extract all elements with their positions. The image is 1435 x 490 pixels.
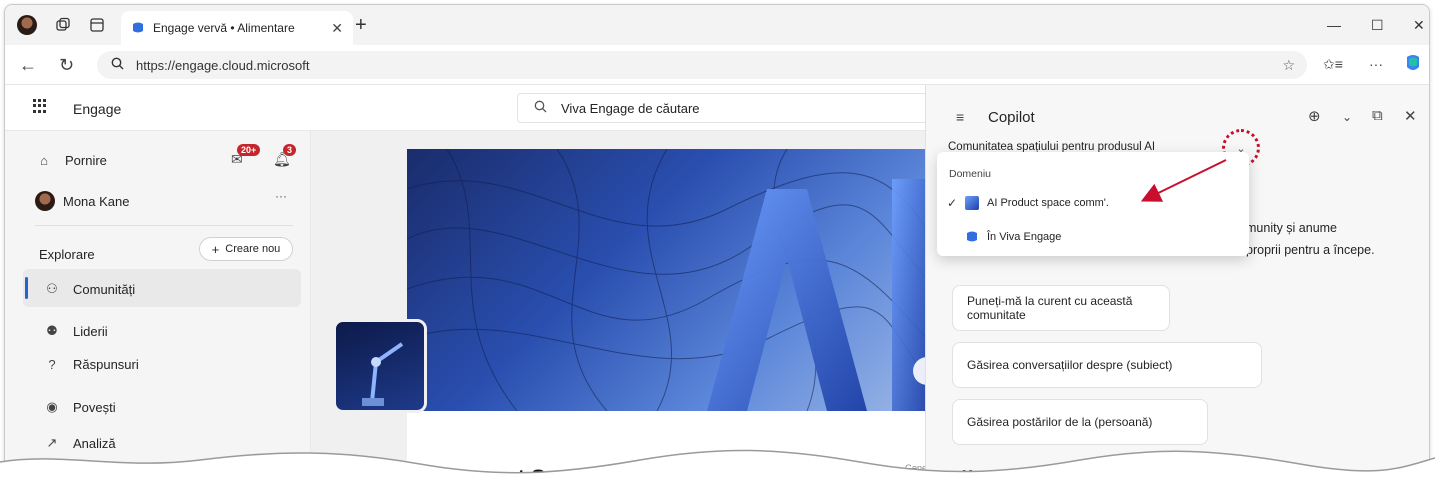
search-placeholder: Viva Engage de căutare xyxy=(561,100,700,116)
sidebar: ⌂ Pornire ✉ 20+ 🔔︎ 3 Mona Kane ··· Explo… xyxy=(5,131,311,483)
address-bar: ← ↻ https://engage.cloud.microsoft ☆ ✩≡ … xyxy=(5,45,1429,85)
sidebar-item-communities[interactable]: ⚇ Comunități xyxy=(43,281,135,297)
dropdown-option-label: AI Product space comm'. xyxy=(987,197,1109,209)
new-tab-button[interactable]: + xyxy=(355,15,367,35)
title-bar: Engage vervă • Alimentare ✕ + — ☐ ✕ xyxy=(5,5,1429,45)
avatar xyxy=(35,191,55,211)
prompt-suggestion[interactable]: Găsirea conversațiilor despre (subiect) xyxy=(952,342,1262,388)
sidebar-item-label: Răspunsuri xyxy=(73,357,139,372)
welcome-text-line1: munity și anume xyxy=(1246,221,1338,235)
tab-engage[interactable]: Engage vervă • Alimentare ✕ xyxy=(121,11,353,45)
workspaces-icon[interactable] xyxy=(53,15,73,35)
close-pane-icon[interactable]: ✕ xyxy=(1404,107,1417,125)
sidebar-item-profile[interactable]: Mona Kane xyxy=(35,191,130,211)
app-name: Engage xyxy=(73,101,122,117)
inbox-badge: 20+ xyxy=(237,144,261,156)
minimize-icon[interactable]: — xyxy=(1327,17,1341,33)
url-text: https://engage.cloud.microsoft xyxy=(136,57,310,73)
sidebar-item-label: Povești xyxy=(73,399,116,415)
answers-icon: ? xyxy=(48,357,56,372)
menu-icon[interactable]: ≡ xyxy=(956,109,964,125)
close-tab-icon[interactable]: ✕ xyxy=(331,20,343,37)
app-header: Engage Viva Engage de căutare xyxy=(5,85,927,131)
sidebar-item-answers[interactable]: ? Răspunsuri xyxy=(43,357,139,372)
welcome-text-line2: proprii pentru a începe. xyxy=(1246,243,1375,257)
torn-edge xyxy=(0,449,1435,490)
profile-more-icon[interactable]: ··· xyxy=(275,189,287,203)
refresh-icon[interactable]: ↻ xyxy=(59,55,74,76)
new-chat-icon[interactable]: ⊕ xyxy=(1308,107,1321,125)
copilot-browser-icon[interactable] xyxy=(1403,53,1423,76)
profile-avatar[interactable] xyxy=(17,15,37,35)
main-content: ...ct Spas Gene xyxy=(311,131,927,483)
tab-title: Engage vervă • Alimentare xyxy=(153,21,295,35)
url-field[interactable]: https://engage.cloud.microsoft ☆ xyxy=(97,51,1307,79)
open-side-icon[interactable]: ⧉ xyxy=(1372,107,1383,124)
scope-dropdown-menu: Domeniu ✓ AI Product space comm'. În Viv… xyxy=(937,152,1249,256)
prompt-label: Puneți-mă la curent cu această comunitat… xyxy=(967,294,1133,322)
favorites-icon[interactable]: ✩≡ xyxy=(1323,56,1343,73)
dropdown-option-viva-engage[interactable]: În Viva Engage xyxy=(947,230,1061,244)
search-icon xyxy=(111,57,124,73)
community-cover-image xyxy=(407,149,927,411)
prompt-suggestion[interactable]: Găsirea postărilor de la (persoană) xyxy=(952,399,1208,445)
plus-icon: + xyxy=(211,241,220,257)
cover-art xyxy=(407,149,927,411)
copilot-pane: ≡ Copilot ⊕ ⌄ ⧉ ✕ Comunitatea spațiului … xyxy=(925,85,1429,483)
viva-engage-icon xyxy=(967,231,977,242)
home-icon: ⌂ xyxy=(40,153,48,168)
search-icon xyxy=(534,100,547,116)
community-thumbnail-icon xyxy=(965,196,979,210)
communities-icon: ⚇ xyxy=(46,281,58,296)
leaders-icon: ⚉ xyxy=(46,323,58,338)
app-launcher-icon[interactable] xyxy=(33,99,47,113)
tab-actions-icon[interactable] xyxy=(87,15,107,35)
close-window-icon[interactable]: ✕ xyxy=(1413,17,1425,34)
community-logo xyxy=(333,319,427,413)
prompt-label: Găsirea conversațiilor despre (subiect) xyxy=(967,358,1173,372)
divider xyxy=(35,225,293,226)
dropdown-header: Domeniu xyxy=(949,168,992,180)
sidebar-item-home[interactable]: ⌂ Pornire xyxy=(35,153,107,168)
search-input[interactable]: Viva Engage de căutare xyxy=(517,93,927,123)
more-menu-icon[interactable]: ··· xyxy=(1369,56,1383,72)
engage-favicon-icon xyxy=(133,22,143,33)
checkmark-icon: ✓ xyxy=(947,196,958,210)
maximize-icon[interactable]: ☐ xyxy=(1371,17,1384,34)
sidebar-item-stories[interactable]: ◉ Povești xyxy=(43,399,116,415)
create-new-button[interactable]: + Creare nou xyxy=(199,237,293,261)
active-indicator xyxy=(25,277,28,299)
back-icon[interactable]: ← xyxy=(19,55,37,76)
sidebar-item-label: Liderii xyxy=(73,323,108,339)
user-name: Mona Kane xyxy=(63,193,130,209)
prompt-suggestion[interactable]: Puneți-mă la curent cu această comunitat… xyxy=(952,285,1170,331)
copilot-title: Copilot xyxy=(988,109,1035,126)
sidebar-item-label: Pornire xyxy=(65,153,107,168)
dropdown-option-community[interactable]: ✓ AI Product space comm'. xyxy=(947,196,1109,210)
prompt-label: Găsirea postărilor de la (persoană) xyxy=(967,415,1153,429)
favorite-star-icon[interactable]: ☆ xyxy=(1282,57,1295,74)
sidebar-item-label: Comunități xyxy=(73,281,136,297)
notifications-badge: 3 xyxy=(283,144,297,156)
sidebar-item-leaders[interactable]: ⚉ Liderii xyxy=(43,323,108,339)
create-new-label: Creare nou xyxy=(225,243,281,255)
stories-icon: ◉ xyxy=(46,399,58,414)
explore-heading: Explorare xyxy=(39,247,95,262)
chevron-down-icon[interactable]: ⌄ xyxy=(1342,110,1352,124)
dropdown-option-label: În Viva Engage xyxy=(987,231,1062,243)
